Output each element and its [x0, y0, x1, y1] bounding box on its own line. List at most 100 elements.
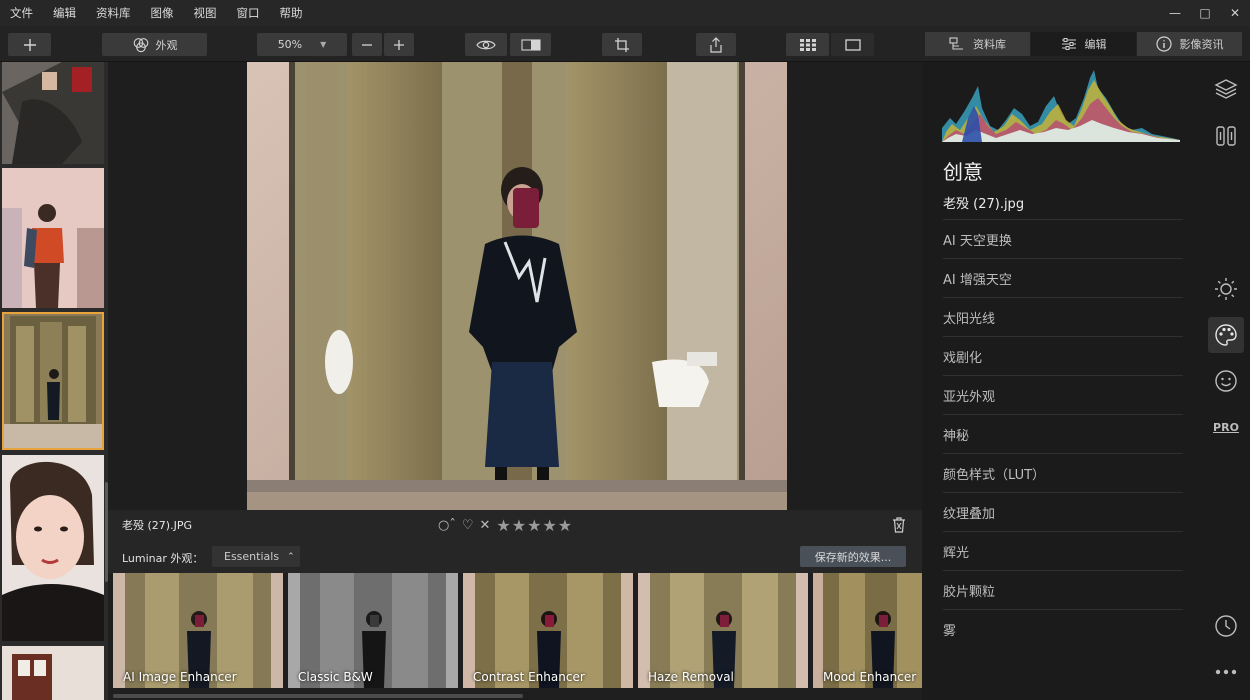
preview-toggle-button[interactable]	[465, 33, 507, 56]
look-name: Classic B&W	[298, 670, 373, 684]
grid-view-button[interactable]	[786, 33, 829, 56]
menu-edit[interactable]: 编辑	[43, 0, 86, 26]
image-info-bar: 老殁 (27).JPG ○ˆ ♡ ✕ ★★★★★	[108, 510, 922, 540]
rating-controls: ○ˆ ♡ ✕ ★★★★★	[438, 516, 573, 535]
reject-x-icon[interactable]: ✕	[480, 518, 491, 533]
menu-window[interactable]: 窗口	[227, 0, 270, 26]
info-icon	[1155, 36, 1172, 52]
look-thumbnail[interactable]: Haze Removal	[638, 573, 808, 688]
maximize-icon[interactable]: □	[1190, 0, 1220, 26]
looks-category-dropdown[interactable]: Essentials ⌃	[212, 546, 300, 567]
looks-category-value: Essentials	[224, 550, 280, 563]
share-button[interactable]	[696, 33, 736, 56]
tool-color-styles-lut[interactable]: 颜色样式（LUT）	[943, 453, 1183, 492]
menu-library[interactable]: 资料库	[86, 0, 141, 26]
essentials-sun-icon[interactable]	[1208, 271, 1244, 307]
look-thumbnail[interactable]: Mood Enhancer	[813, 573, 922, 688]
add-button[interactable]	[8, 33, 51, 56]
history-clock-icon[interactable]	[1208, 608, 1244, 644]
tab-library-label: 资料库	[973, 38, 1006, 51]
tool-glow[interactable]: 辉光	[943, 531, 1183, 570]
filmstrip-thumbnail[interactable]	[2, 168, 104, 308]
sliders-icon	[1061, 38, 1076, 50]
chevron-down-icon: ▼	[320, 40, 327, 49]
image-canvas[interactable]	[108, 62, 922, 510]
look-name: Mood Enhancer	[823, 670, 917, 684]
look-thumbnail[interactable]: Contrast Enhancer	[463, 573, 633, 688]
tool-dramatic[interactable]: 戏剧化	[943, 336, 1183, 375]
zoom-value: 50%	[277, 38, 303, 51]
menu-view[interactable]: 视图	[184, 0, 227, 26]
color-label-dropdown-icon[interactable]: ○ˆ	[438, 518, 456, 533]
filmstrip-thumbnail[interactable]	[2, 646, 104, 700]
zoom-out-button[interactable]	[352, 33, 382, 56]
looks-circles-icon	[133, 37, 148, 52]
looks-strip: AI Image Enhancer Classic B&W Contrast E…	[108, 573, 922, 700]
look-name: AI Image Enhancer	[123, 670, 237, 684]
canvas-icon[interactable]	[1208, 118, 1244, 154]
image-filename: 老殁 (27).JPG	[122, 519, 192, 532]
window-controls: — □ ✕	[1160, 0, 1250, 26]
tool-category-bar: PRO	[1202, 62, 1250, 700]
menu-image[interactable]: 图像	[141, 0, 184, 26]
menu-file[interactable]: 文件	[0, 0, 43, 26]
tool-ai-sky-replacement[interactable]: AI 天空更换	[943, 219, 1183, 258]
tab-library[interactable]: 资料库	[925, 32, 1030, 56]
single-view-button[interactable]	[831, 33, 874, 56]
star-rating-icons[interactable]: ★★★★★	[496, 516, 573, 535]
menu-bar: 文件 编辑 资料库 图像 视图 窗口 帮助 — □ ✕	[0, 0, 1250, 26]
filmstrip-thumbnail[interactable]	[2, 62, 104, 164]
crop-button[interactable]	[602, 33, 642, 56]
look-thumbnail[interactable]: Classic B&W	[288, 573, 458, 688]
tab-edit[interactable]: 编辑	[1031, 32, 1136, 56]
trash-icon[interactable]	[892, 517, 906, 536]
photo-preview	[247, 62, 787, 510]
filmstrip-thumbnail[interactable]	[2, 455, 104, 641]
filmstrip	[0, 62, 108, 700]
grid-icon	[799, 38, 816, 51]
share-icon	[710, 36, 722, 53]
tool-texture-overlay[interactable]: 纹理叠加	[943, 492, 1183, 531]
tool-fog[interactable]: 雾	[943, 609, 1183, 648]
tool-sunrays[interactable]: 太阳光线	[943, 297, 1183, 336]
zoom-in-button[interactable]	[384, 33, 414, 56]
look-thumbnail[interactable]: AI Image Enhancer	[113, 573, 283, 688]
menu-help[interactable]: 帮助	[270, 0, 313, 26]
filmstrip-thumbnail-selected[interactable]	[2, 312, 104, 450]
plus-icon	[394, 39, 404, 50]
panel-title: 创意	[943, 160, 983, 184]
histogram	[942, 68, 1180, 142]
tool-ai-augmented-sky[interactable]: AI 增强天空	[943, 258, 1183, 297]
looks-button[interactable]: 外观	[102, 33, 207, 56]
tool-mystical[interactable]: 神秘	[943, 414, 1183, 453]
toolbar: 外观 50% ▼ 资料库 编辑 影像资讯	[0, 26, 1250, 62]
tab-info-label: 影像资讯	[1179, 38, 1224, 51]
close-icon[interactable]: ✕	[1220, 0, 1250, 26]
split-view-icon	[520, 38, 541, 51]
zoom-dropdown[interactable]: 50% ▼	[257, 33, 347, 56]
eye-icon	[476, 40, 496, 49]
tool-matte-look[interactable]: 亚光外观	[943, 375, 1183, 414]
save-look-button[interactable]: 保存新的效果...	[800, 546, 906, 567]
creative-tools-list: AI 天空更换 AI 增强天空 太阳光线 戏剧化 亚光外观 神秘 颜色样式（LU…	[943, 219, 1183, 648]
favorite-heart-icon[interactable]: ♡	[462, 518, 474, 533]
looks-scrollbar[interactable]	[113, 694, 523, 698]
minimize-icon[interactable]: —	[1160, 0, 1190, 26]
compare-button[interactable]	[510, 33, 551, 56]
plus-icon	[23, 38, 36, 51]
tab-info[interactable]: 影像资讯	[1137, 32, 1242, 56]
layers-icon[interactable]	[1208, 71, 1244, 107]
tool-film-grain[interactable]: 胶片颗粒	[943, 570, 1183, 609]
minus-icon	[362, 43, 372, 46]
creative-palette-icon[interactable]	[1208, 317, 1244, 353]
more-icon[interactable]	[1208, 654, 1244, 690]
library-icon	[949, 37, 963, 50]
single-image-icon	[844, 38, 861, 51]
chevron-up-icon: ⌃	[287, 551, 295, 562]
panel-filename: 老殁 (27).jpg	[943, 197, 1025, 212]
crop-icon	[615, 37, 629, 52]
portrait-face-icon[interactable]	[1208, 363, 1244, 399]
pro-icon[interactable]: PRO	[1208, 409, 1244, 445]
looks-bar: Luminar 外观： Essentials ⌃ 保存新的效果...	[108, 540, 922, 573]
look-name: Haze Removal	[648, 670, 734, 684]
